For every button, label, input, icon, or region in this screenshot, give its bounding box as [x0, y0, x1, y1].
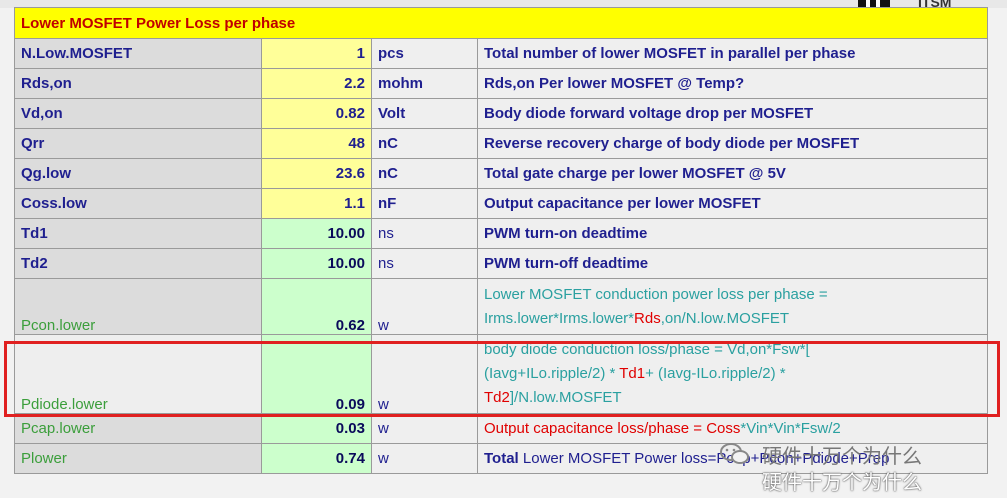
param-name[interactable]: Td1: [14, 218, 262, 249]
result-name[interactable]: Pdiode.lower: [14, 334, 262, 414]
param-name[interactable]: Rds,on: [14, 68, 262, 99]
param-value[interactable]: 23.6: [261, 158, 372, 189]
param-name[interactable]: Td2: [14, 248, 262, 279]
param-name[interactable]: Coss.low: [14, 188, 262, 219]
watermark-text: 硬件十万个为什么: [762, 444, 922, 468]
table-row: Td2 10.00 ns PWM turn-off deadtime: [14, 248, 988, 279]
result-formula[interactable]: body diode conduction loss/phase = Vd,on…: [477, 334, 988, 414]
formula-text: *Vin*Vin*Fsw/2: [740, 420, 841, 437]
param-value[interactable]: 48: [261, 128, 372, 159]
table-row: N.Low.MOSFET 1 pcs Total number of lower…: [14, 38, 988, 69]
formula-text: Irms.lower*Irms.lower*: [484, 309, 635, 327]
param-name[interactable]: Qrr: [14, 128, 262, 159]
param-desc[interactable]: Total gate charge per lower MOSFET @ 5V: [477, 158, 988, 189]
param-value[interactable]: 1: [261, 38, 372, 69]
formula-highlight: Td2: [484, 389, 510, 406]
formula-line: (Iavg+ILo.ripple/2) * Td1+ (Iavg-ILo.rip…: [484, 362, 981, 386]
formula-bold: Total: [484, 450, 519, 467]
param-desc[interactable]: Total number of lower MOSFET in parallel…: [477, 38, 988, 69]
wechat-icon: [720, 443, 749, 464]
table-row: Qrr 48 nC Reverse recovery charge of bod…: [14, 128, 988, 159]
param-name[interactable]: Vd,on: [14, 98, 262, 129]
param-desc[interactable]: PWM turn-off deadtime: [477, 248, 988, 279]
formula-line: body diode conduction loss/phase = Vd,on…: [484, 341, 810, 358]
param-unit[interactable]: pcs: [371, 38, 478, 69]
param-value[interactable]: 0.82: [261, 98, 372, 129]
result-value[interactable]: 0.62: [261, 278, 372, 335]
param-name[interactable]: Qg.low: [14, 158, 262, 189]
formula-line: Lower MOSFET conduction power loss per p…: [484, 285, 828, 303]
param-unit[interactable]: mohm: [371, 68, 478, 99]
formula-highlight: Output capacitance loss/phase = Coss: [484, 420, 741, 437]
param-value[interactable]: 2.2: [261, 68, 372, 99]
result-value[interactable]: 0.03: [261, 413, 372, 444]
param-unit[interactable]: ns: [371, 218, 478, 249]
table-row-highlighted: Pdiode.lower 0.09 w body diode conductio…: [14, 334, 988, 414]
param-desc[interactable]: PWM turn-on deadtime: [477, 218, 988, 249]
result-value[interactable]: 0.74: [261, 443, 372, 474]
spreadsheet-table: Lower MOSFET Power Loss per phase N.Low.…: [14, 7, 988, 474]
result-name[interactable]: Plower: [14, 443, 262, 474]
table-row: Rds,on 2.2 mohm Rds,on Per lower MOSFET …: [14, 68, 988, 99]
param-unit[interactable]: nC: [371, 128, 478, 159]
formula-text: (Iavg+ILo.ripple/2) *: [484, 365, 620, 382]
screenshot-frame: ITSM Lower MOSFET Power Loss per phase N…: [0, 0, 1007, 498]
formula-text: ]/N.low.MOSFET: [509, 389, 622, 406]
table-row: Pcon.lower 0.62 w Lower MOSFET conductio…: [14, 278, 988, 335]
param-desc[interactable]: Reverse recovery charge of body diode pe…: [477, 128, 988, 159]
param-value[interactable]: 1.1: [261, 188, 372, 219]
formula-highlight: Td1: [619, 365, 646, 382]
param-desc[interactable]: Rds,on Per lower MOSFET @ Temp?: [477, 68, 988, 99]
table-row: Vd,on 0.82 Volt Body diode forward volta…: [14, 98, 988, 129]
param-unit[interactable]: ns: [371, 248, 478, 279]
param-unit[interactable]: Volt: [371, 98, 478, 129]
param-desc[interactable]: Output capacitance per lower MOSFET: [477, 188, 988, 219]
result-name[interactable]: Pcap.lower: [14, 413, 262, 444]
param-unit[interactable]: nF: [371, 188, 478, 219]
table-title-row: Lower MOSFET Power Loss per phase: [14, 7, 988, 39]
param-desc[interactable]: Body diode forward voltage drop per MOSF…: [477, 98, 988, 129]
result-value[interactable]: 0.09: [261, 334, 372, 414]
watermark: 硬件十万个为什么 硬件十万个为什么: [720, 436, 980, 496]
table-title[interactable]: Lower MOSFET Power Loss per phase: [14, 7, 988, 39]
param-value[interactable]: 10.00: [261, 248, 372, 279]
watermark-text: 硬件十万个为什么: [762, 470, 922, 494]
formula-text: ,on/N.low.MOSFET: [660, 309, 790, 327]
result-formula[interactable]: Lower MOSFET conduction power loss per p…: [477, 278, 988, 335]
formula-text: + (Iavg-ILo.ripple/2) *: [645, 365, 786, 382]
result-unit[interactable]: w: [371, 278, 478, 335]
table-row: Qg.low 23.6 nC Total gate charge per low…: [14, 158, 988, 189]
param-unit[interactable]: nC: [371, 158, 478, 189]
table-row: Coss.low 1.1 nF Output capacitance per l…: [14, 188, 988, 219]
result-unit[interactable]: w: [371, 334, 478, 414]
formula-line: Irms.lower*Irms.lower*Rds,on/N.low.MOSFE…: [484, 307, 981, 331]
result-name[interactable]: Pcon.lower: [14, 278, 262, 335]
table-row: Td1 10.00 ns PWM turn-on deadtime: [14, 218, 988, 249]
formula-line: Td2]/N.low.MOSFET: [484, 386, 981, 410]
result-unit[interactable]: w: [371, 443, 478, 474]
param-value[interactable]: 10.00: [261, 218, 372, 249]
param-name[interactable]: N.Low.MOSFET: [14, 38, 262, 69]
formula-highlight: Rds: [634, 309, 661, 327]
result-unit[interactable]: w: [371, 413, 478, 444]
